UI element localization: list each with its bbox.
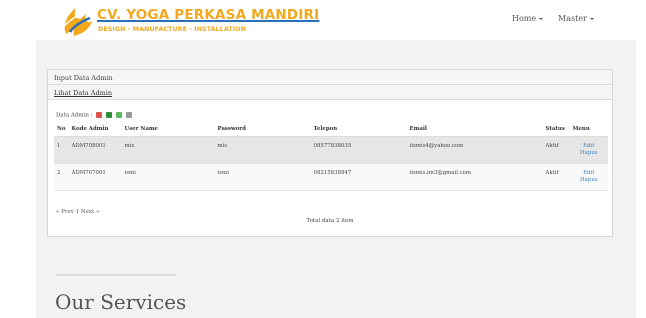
nav-home-label: Home (512, 14, 537, 23)
next-link[interactable]: Next » (81, 209, 100, 215)
cell-status: Aktif (542, 136, 570, 164)
navbar: CV. YOGA PERKASA MANDIRI DESIGN - MANUFA… (0, 0, 646, 40)
cell-email: iismis4@yahoo.com (406, 136, 543, 164)
panel-title[interactable]: Input Data Admin (48, 70, 612, 85)
edit-link[interactable]: Edit (573, 143, 605, 150)
chevron-down-icon (539, 18, 544, 20)
total-count: Total data 2 item (306, 218, 354, 224)
col-kode-admin: Kode Admin (68, 123, 122, 137)
cell-menu: Edit Hapus (569, 136, 608, 164)
company-name: CV. YOGA PERKASA MANDIRI (97, 7, 320, 23)
col-no: No (54, 123, 69, 137)
divider (56, 274, 176, 276)
cell-password: ismi (214, 163, 311, 191)
col-telepon: Telepon (310, 123, 407, 137)
cell-no: 2 (54, 163, 69, 191)
section-label: Data Admin | (56, 112, 132, 119)
print-icon[interactable] (125, 112, 132, 118)
services-heading: Our Services (55, 290, 187, 314)
cell-password: mis (214, 136, 311, 164)
admin-panel: Input Data Admin Lihat Data Admin Data A… (47, 69, 613, 237)
delete-link[interactable]: Hapus (573, 177, 605, 184)
cell-username: mis (121, 136, 215, 164)
col-status: Status (542, 123, 570, 137)
cell-menu: Edit Hapus (569, 163, 608, 191)
page-number[interactable]: 1 (76, 209, 80, 215)
excel-icon[interactable] (106, 112, 113, 118)
col-menu: Menu (569, 123, 608, 137)
cell-no: 1 (54, 136, 69, 164)
col-email: Email (406, 123, 543, 137)
admin-table: No Kode Admin User Name Password Telepon… (54, 123, 608, 191)
cell-status: Aktif (542, 163, 570, 191)
cell-email: iismis.im3@gmail.com (406, 163, 543, 191)
cell-username: ismi (121, 163, 215, 191)
cell-telepon: 08577838035 (310, 136, 407, 164)
company-tagline: DESIGN - MANUFACTURE - INSTALLATION (98, 26, 246, 33)
section-label-text: Data Admin (56, 112, 89, 119)
cell-kode: ADM707001 (68, 163, 122, 191)
spreadsheet-icon[interactable] (115, 112, 122, 118)
cell-kode: ADM708001 (68, 136, 122, 164)
col-password: Password (214, 123, 311, 137)
nav-master[interactable]: Master (558, 14, 594, 23)
nav-master-label: Master (558, 14, 587, 23)
pdf-icon[interactable] (96, 112, 103, 118)
pagination: « Prev 1 Next » (56, 209, 99, 215)
view-admin-link[interactable]: Lihat Data Admin (48, 85, 612, 100)
prev-link[interactable]: « Prev (56, 209, 74, 215)
chevron-down-icon (589, 18, 594, 20)
table-row: 2 ADM707001 ismi ismi 08215838847 iismis… (54, 163, 608, 191)
edit-link[interactable]: Edit (573, 170, 605, 177)
nav-home[interactable]: Home (512, 14, 544, 23)
cell-telepon: 08215838847 (310, 163, 407, 191)
company-logo[interactable]: CV. YOGA PERKASA MANDIRI DESIGN - MANUFA… (60, 4, 319, 38)
flame-logo-icon (63, 8, 92, 36)
col-user-name: User Name (121, 123, 215, 137)
table-header-row: No Kode Admin User Name Password Telepon… (54, 123, 608, 137)
table-row: 1 ADM708001 mis mis 08577838035 iismis4@… (54, 136, 608, 164)
delete-link[interactable]: Hapus (573, 150, 605, 157)
